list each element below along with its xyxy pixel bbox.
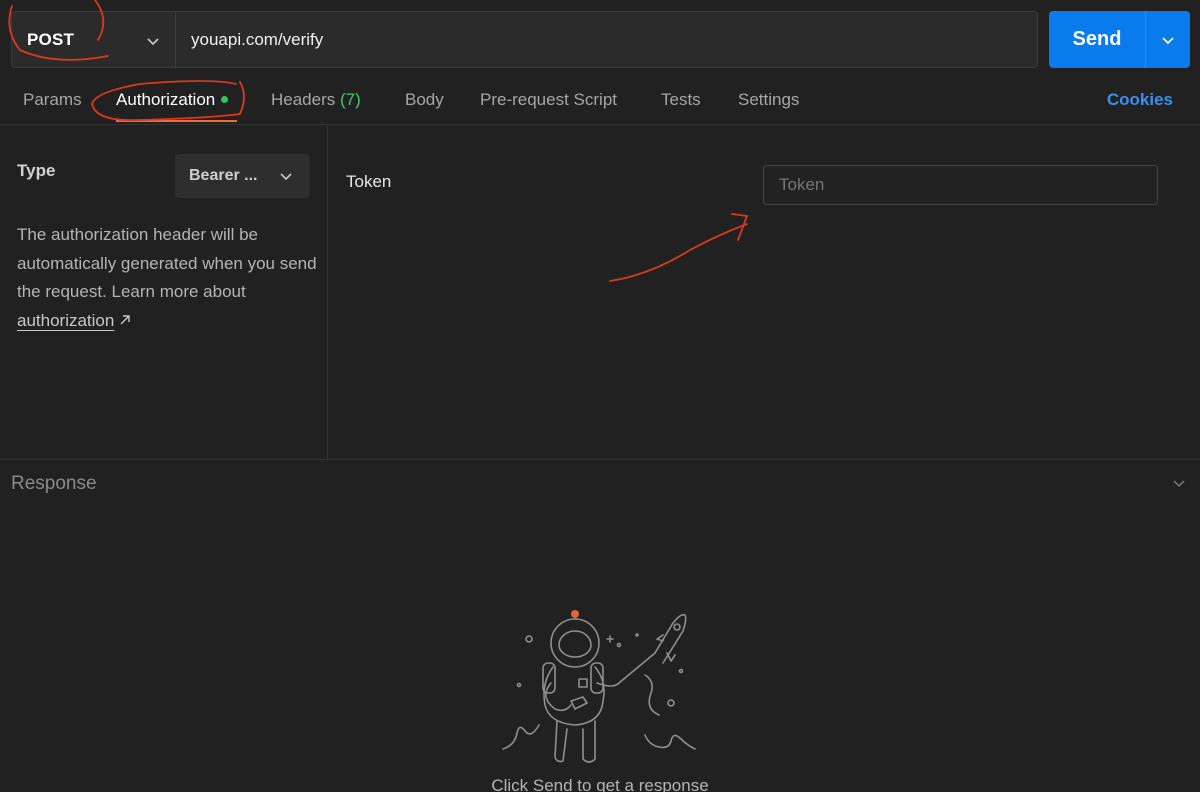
tab-settings[interactable]: Settings (738, 90, 799, 110)
empty-response-message: Click Send to get a response (491, 776, 709, 792)
auth-type-panel: Type Bearer ... The authorization header… (0, 126, 328, 459)
tab-authorization-label: Authorization (116, 90, 216, 109)
chevron-down-icon (280, 173, 292, 181)
send-options-button[interactable] (1145, 11, 1190, 68)
tab-tests[interactable]: Tests (661, 90, 701, 110)
external-link-icon (120, 314, 131, 324)
auth-active-dot (221, 96, 229, 103)
response-header[interactable]: Response (0, 459, 1200, 505)
url-text: youapi.com/verify (191, 29, 324, 49)
headers-count: (7) (340, 90, 361, 109)
chevron-down-icon (147, 38, 159, 46)
active-tab-underline (116, 120, 237, 122)
token-label: Token (346, 172, 392, 191)
authorization-doc-link[interactable]: authorization (17, 311, 114, 330)
annotation-arrow-token (609, 213, 749, 282)
auth-type-label: Type (17, 161, 56, 180)
tab-headers-label: Headers (271, 90, 336, 109)
tab-authorization[interactable]: Authorization (116, 90, 229, 110)
send-button[interactable]: Send (1049, 11, 1145, 68)
url-input[interactable]: youapi.com/verify (175, 11, 1038, 68)
auth-type-select[interactable]: Bearer ... (175, 154, 310, 198)
tab-body[interactable]: Body (405, 90, 444, 110)
chevron-down-icon (1173, 480, 1185, 488)
postman-request-window: POST youapi.com/verify Send Params Autho… (0, 0, 1200, 792)
cookies-link[interactable]: Cookies (1107, 90, 1173, 110)
astronaut-illustration (502, 610, 696, 763)
auth-type-value: Bearer ... (189, 167, 258, 184)
method-label: POST (27, 29, 75, 49)
auth-help-text: The authorization header will be automat… (17, 221, 317, 335)
response-title: Response (11, 473, 97, 494)
tab-pre-request-script[interactable]: Pre-request Script (480, 90, 617, 110)
token-input[interactable] (763, 165, 1158, 205)
tab-params[interactable]: Params (23, 90, 82, 110)
tab-headers[interactable]: Headers (7) (271, 90, 361, 110)
auth-help-body: The authorization header will be automat… (17, 225, 317, 301)
method-select[interactable]: POST (11, 11, 175, 68)
chevron-down-icon (1162, 36, 1174, 44)
request-tabs: Params Authorization Headers (7) Body Pr… (0, 76, 1200, 125)
